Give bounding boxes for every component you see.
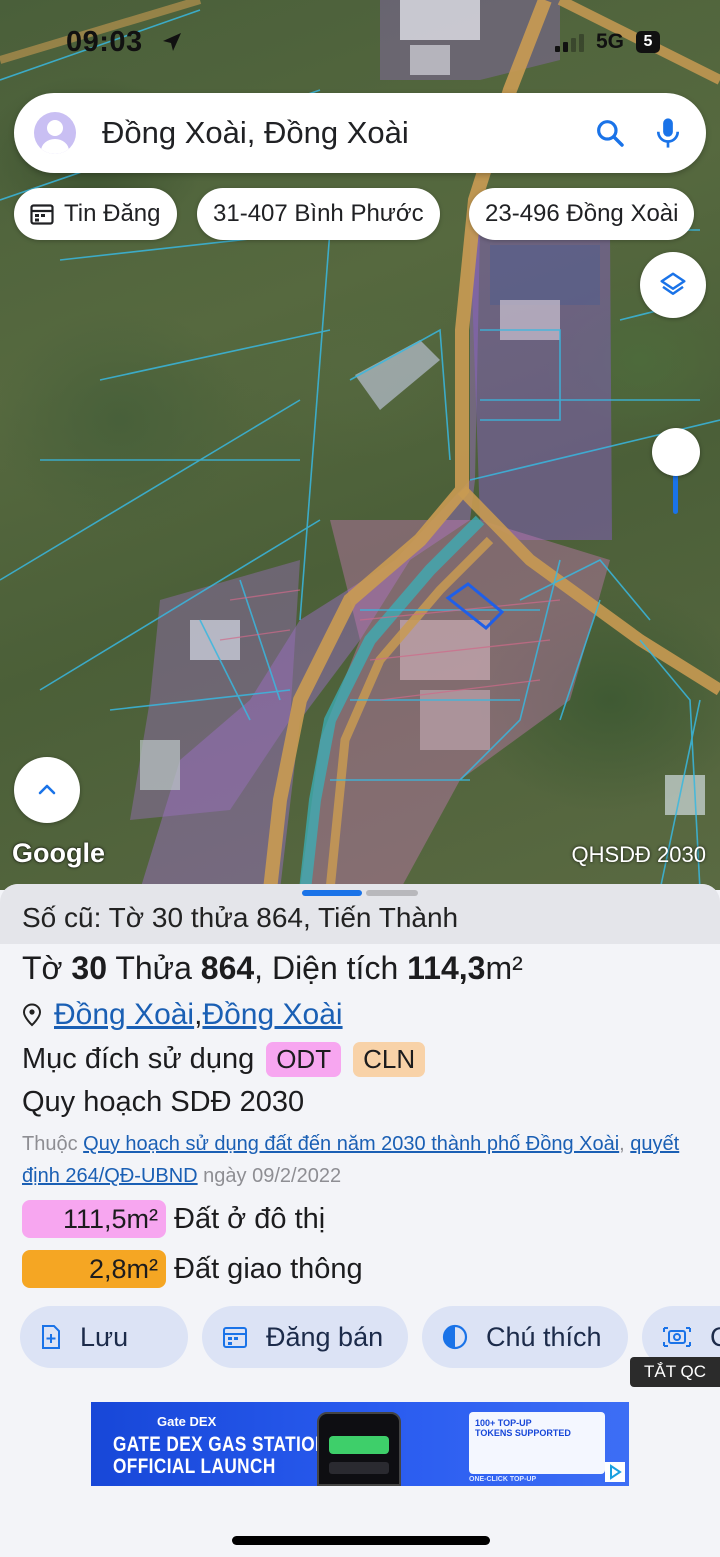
area-label: Đất ở đô thị [174, 1202, 326, 1235]
title-to-label: Tờ [22, 950, 72, 986]
ad-card-title: 100+ TOP-UP TOKENS SUPPORTED [475, 1418, 571, 1438]
plan-separator: , [619, 1133, 631, 1155]
chip-binh-phuoc[interactable]: 31-407 Bình Phước [197, 188, 440, 240]
post-sale-button[interactable]: Đăng bán [202, 1306, 408, 1368]
home-indicator[interactable] [232, 1536, 490, 1545]
layers-icon [660, 272, 686, 295]
signal-icon [554, 32, 584, 52]
ad-footer: ONE-CLICK TOP-UP [469, 1476, 537, 1483]
status-time: 09:03 [66, 26, 143, 58]
mic-icon[interactable] [646, 111, 690, 155]
title-area-label: , Diện tích [254, 950, 408, 986]
search-icon[interactable] [588, 111, 632, 155]
plan-prefix: Thuộc [22, 1133, 84, 1155]
ad-banner[interactable]: Gate DEX GATE DEX GAS STATION OFFICIAL L… [91, 1402, 629, 1486]
sheet-number: 30 [71, 950, 108, 986]
chevron-up-icon [38, 784, 56, 795]
parcel-title: Tờ 30 Thửa 864, Diện tích 114,3m² [22, 950, 523, 987]
plan-link[interactable]: Quy hoạch sử dụng đất đến năm 2030 thành… [83, 1133, 619, 1155]
area-row-residential: 111,5m² Đất ở đô thị [22, 1200, 325, 1238]
ad-info-card: 100+ TOP-UP TOKENS SUPPORTED [469, 1412, 605, 1474]
ad-headline: GATE DEX GAS STATION OFFICIAL LAUNCH [113, 1434, 328, 1478]
location-row: Đồng Xoài, Đồng Xoài [22, 998, 343, 1032]
expand-sheet-button[interactable] [14, 757, 80, 823]
chip-label: Tin Đăng [64, 200, 161, 227]
area-unit: m² [485, 950, 523, 986]
legend-button[interactable]: Chú thích [422, 1306, 628, 1368]
add-file-icon [40, 1324, 62, 1350]
map-layer-label: QHSDĐ 2030 [571, 842, 706, 867]
parcel-number: 864 [200, 950, 255, 986]
location-separator: , [194, 998, 203, 1031]
opacity-slider-handle[interactable] [652, 428, 700, 476]
hide-ad-button[interactable]: TẮT QC [630, 1357, 720, 1387]
calendar-icon [222, 1325, 248, 1349]
ad-brand: Gate DEX [157, 1414, 217, 1429]
chip-label: 31-407 Bình Phước [213, 200, 424, 227]
app-screen: 09:03 5G 5 Đồng Xoài, Đồng Xoài Tin Đăng… [0, 0, 720, 1557]
legend-label: Chú thích [486, 1321, 602, 1352]
contrast-icon [442, 1324, 468, 1350]
layers-button[interactable] [640, 252, 706, 318]
ad-headline-line1: GATE DEX GAS STATION [113, 1433, 328, 1456]
network-type: 5G [595, 30, 624, 53]
avatar[interactable] [34, 112, 76, 154]
area-value: 111,5m² [22, 1200, 166, 1238]
area-value: 2,8m² [22, 1250, 166, 1288]
chip-tin-dang[interactable]: Tin Đăng [14, 188, 177, 240]
post-sale-label: Đăng bán [266, 1321, 384, 1352]
location-pin-icon [22, 1003, 42, 1027]
chip-dong-xoai[interactable]: 23-496 Đồng Xoài [469, 188, 695, 240]
plan-date: ngày 09/2/2022 [197, 1165, 342, 1187]
purpose-tag-odt[interactable]: ODT [266, 1042, 342, 1077]
parcel-info-sheet: Số cũ: Tờ 30 thửa 864, Tiến Thành Tờ 30 … [0, 884, 720, 1557]
opacity-slider-track[interactable] [673, 470, 678, 514]
ad-headline-line2: OFFICIAL LAUNCH [113, 1455, 276, 1478]
ad-phone-image [317, 1412, 401, 1486]
sheet-handle[interactable] [366, 890, 418, 896]
status-indicators: 5G 5 [554, 30, 660, 54]
area-row-traffic: 2,8m² Đất giao thông [22, 1250, 363, 1288]
title-thua-label: Thửa [107, 950, 201, 986]
action-buttons: Lưu Đăng bán Chú thích C [20, 1306, 720, 1368]
camera-icon [662, 1324, 692, 1350]
chip-label: 23-496 Đồng Xoài [485, 200, 679, 227]
calendar-icon [30, 204, 54, 225]
save-button[interactable]: Lưu [20, 1306, 188, 1368]
purpose-label: Mục đích sử dụng [22, 1043, 255, 1075]
plan-title: Quy hoạch SDĐ 2030 [22, 1086, 305, 1118]
location-arrow-icon [163, 33, 181, 51]
search-input[interactable]: Đồng Xoài, Đồng Xoài [102, 115, 588, 151]
parcel-area: 114,3 [407, 950, 486, 986]
plan-description: Thuộc Quy hoạch sử dụng đất đến năm 2030… [22, 1128, 702, 1192]
purpose-tag-cln[interactable]: CLN [353, 1042, 426, 1077]
sheet-handle-active[interactable] [302, 890, 362, 896]
ad-choices-icon[interactable] [605, 1462, 625, 1482]
search-bar[interactable]: Đồng Xoài, Đồng Xoài [14, 93, 706, 173]
google-logo: Google [12, 838, 105, 868]
land-use-purpose: Mục đích sử dụng ODT CLN [22, 1042, 426, 1077]
location-city-link[interactable]: Đồng Xoài [202, 998, 342, 1032]
camera-label: C [710, 1321, 720, 1352]
battery-icon: 5 [636, 31, 660, 53]
ad-card-line2: TOKENS SUPPORTED [475, 1428, 571, 1438]
location-ward-link[interactable]: Đồng Xoài [54, 998, 194, 1032]
ad-card-line1: 100+ TOP-UP [475, 1418, 532, 1428]
save-label: Lưu [80, 1321, 129, 1352]
area-label: Đất giao thông [174, 1252, 363, 1285]
